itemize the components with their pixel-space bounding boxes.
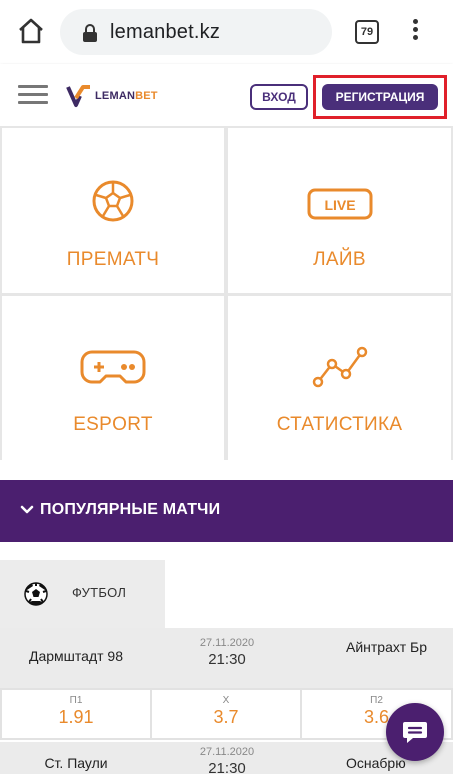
home-team: Дармштадт 98: [29, 648, 123, 664]
lock-icon: [82, 24, 98, 42]
away-team: Айнтрахт Бр: [346, 639, 427, 655]
url-text: lemanbet.kz: [110, 21, 221, 43]
popular-matches-title: ПОПУЛЯРНЫЕ МАТЧИ: [40, 501, 221, 518]
site-header: LEMANBET ВХОД РЕГИСТРАЦИЯ: [0, 64, 453, 126]
tile-live[interactable]: LIVE ЛАЙВ: [228, 128, 451, 293]
live-badge-icon: LIVE: [307, 188, 373, 225]
odd-key: П2: [370, 695, 383, 706]
odd-key: Х: [222, 695, 230, 706]
browser-toolbar: lemanbet.kz 79: [0, 0, 453, 64]
more-vert-icon[interactable]: [405, 16, 425, 48]
match-date: 27.11.2020: [199, 746, 255, 758]
tile-esport[interactable]: ESPORT: [2, 296, 224, 460]
login-button[interactable]: ВХОД: [250, 84, 308, 110]
logo-text: LEMANBET: [95, 90, 158, 102]
chat-button[interactable]: [386, 703, 444, 761]
tab-football[interactable]: ФУТБОЛ: [0, 560, 165, 628]
soccer-ball-icon: [90, 178, 136, 229]
sport-tab-label: ФУТБОЛ: [72, 585, 127, 600]
gamepad-icon: [80, 348, 146, 391]
match-date: 27.11.2020: [199, 637, 255, 649]
tile-label: СТАТИСТИКА: [276, 414, 403, 435]
line-chart-icon: [312, 344, 368, 393]
logo-mark-icon: [66, 85, 90, 107]
match-datetime: 27.11.2020 21:30: [152, 637, 302, 668]
odd-draw-button[interactable]: Х 3.7: [152, 690, 300, 738]
match-datetime: 27.11.2020 21:30: [152, 746, 302, 774]
register-button[interactable]: РЕГИСТРАЦИЯ: [322, 84, 438, 110]
odd-value: 3.7: [213, 707, 239, 727]
tile-label: ESPORT: [73, 414, 153, 435]
odd-home-button[interactable]: П1 1.91: [2, 690, 150, 738]
tile-statistics[interactable]: СТАТИСТИКА: [228, 296, 451, 460]
lemanbet-logo[interactable]: LEMANBET: [66, 82, 158, 110]
tile-label: ЛАЙВ: [313, 249, 366, 270]
home-icon[interactable]: [14, 14, 48, 48]
match-time: 21:30: [208, 651, 246, 668]
svg-text:LIVE: LIVE: [324, 197, 355, 213]
soccer-ball-icon: [24, 582, 48, 606]
tile-prematch[interactable]: ПРЕМАТЧ: [2, 128, 224, 293]
popular-matches-toggle[interactable]: ПОПУЛЯРНЫЕ МАТЧИ: [0, 480, 453, 542]
hamburger-menu-icon[interactable]: [18, 85, 48, 105]
away-team: Оснабрю: [346, 755, 406, 771]
tile-label: ПРЕМАТЧ: [66, 249, 160, 270]
category-tiles: ПРЕМАТЧ LIVE ЛАЙВ ESPORT СТАТИСТИКА: [0, 126, 453, 460]
sport-tabs: ФУТБОЛ: [0, 560, 453, 628]
match-row[interactable]: Дармштадт 98 27.11.2020 21:30 Айнтрахт Б…: [0, 628, 453, 688]
home-team: Ст. Паули: [44, 755, 108, 771]
match-time: 21:30: [208, 760, 246, 774]
address-bar[interactable]: lemanbet.kz: [60, 9, 332, 55]
match-row[interactable]: Ст. Паули 27.11.2020 21:30 Оснабрю: [0, 742, 453, 774]
tab-count-button[interactable]: 79: [355, 20, 379, 44]
chevron-down-icon: [20, 505, 34, 514]
odd-key: П1: [69, 695, 83, 706]
sport-tabs-empty: [165, 560, 453, 628]
odd-value: 1.91: [58, 707, 94, 727]
chat-icon: [403, 722, 427, 743]
